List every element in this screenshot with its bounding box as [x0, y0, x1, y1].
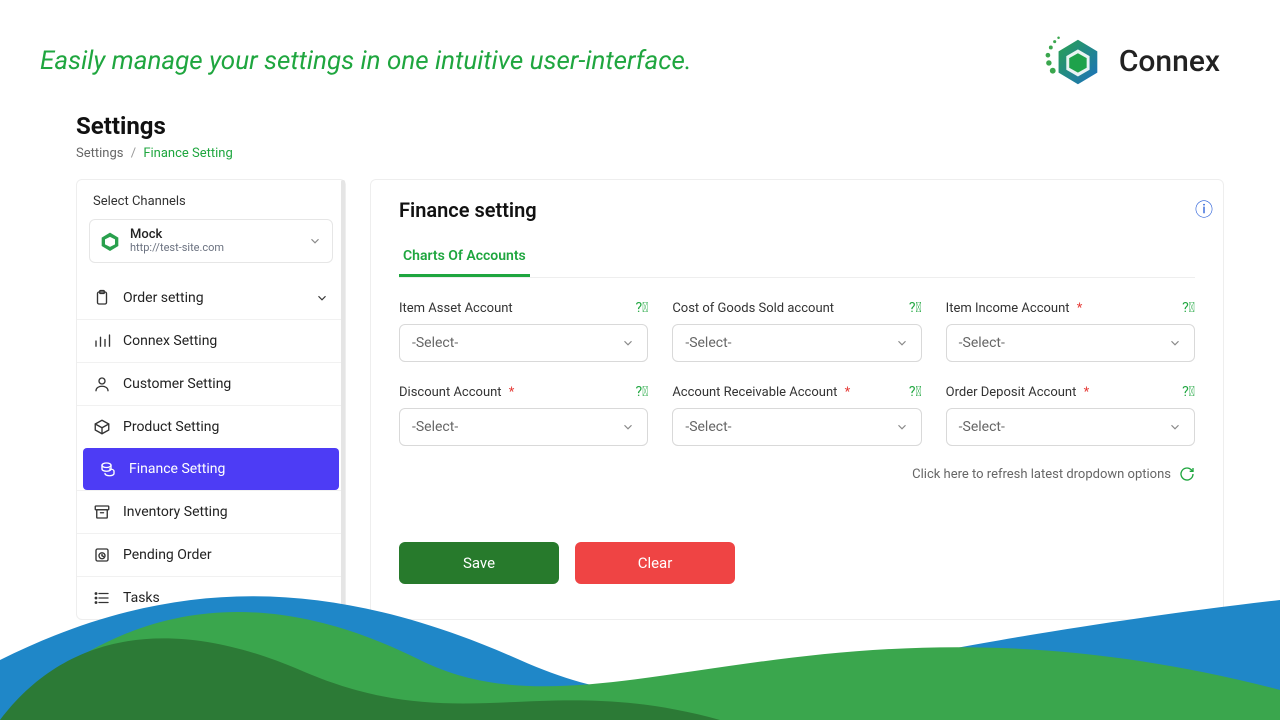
- field-label: Order Deposit Account *: [946, 385, 1090, 400]
- refresh-icon[interactable]: [1179, 466, 1195, 482]
- user-icon: [93, 375, 111, 393]
- breadcrumb-root[interactable]: Settings: [76, 146, 123, 161]
- clock-icon: [93, 546, 111, 564]
- sidebar-item-order-setting[interactable]: Order setting: [77, 277, 345, 319]
- required-asterisk: *: [509, 385, 515, 400]
- field-label: Item Asset Account: [399, 301, 513, 316]
- select-2[interactable]: -Select-: [946, 324, 1195, 362]
- chevron-down-icon: [895, 336, 909, 350]
- chevron-down-icon: [621, 336, 635, 350]
- select-5[interactable]: -Select-: [946, 408, 1195, 446]
- coins-icon: [99, 460, 117, 478]
- page-title: Settings: [76, 112, 1224, 140]
- breadcrumb-current: Finance Setting: [143, 146, 232, 161]
- select-value: -Select-: [685, 419, 731, 435]
- help-icon[interactable]: ?⃝: [909, 300, 922, 316]
- field-item-asset-account: Item Asset Account ?⃝ -Select-: [399, 300, 648, 362]
- select-3[interactable]: -Select-: [399, 408, 648, 446]
- finance-panel: Finance setting ⓘ Charts Of Accounts Ite…: [370, 179, 1224, 620]
- field-item-income-account: Item Income Account * ?⃝ -Select-: [946, 300, 1195, 362]
- sidebar-item-connex-setting[interactable]: Connex Setting: [77, 319, 345, 362]
- field-label: Item Income Account *: [946, 301, 1083, 316]
- chevron-down-icon: [1168, 336, 1182, 350]
- sidebar-item-label: Connex Setting: [123, 333, 217, 349]
- clear-button[interactable]: Clear: [575, 542, 735, 584]
- sidebar-heading: Select Channels: [77, 194, 345, 219]
- sidebar-item-label: Order setting: [123, 290, 204, 306]
- required-asterisk: *: [845, 385, 851, 400]
- field-label: Account Receivable Account *: [672, 385, 850, 400]
- brand-name: Connex: [1119, 44, 1220, 79]
- field-cost-of-goods-sold-account: Cost of Goods Sold account ?⃝ -Select-: [672, 300, 921, 362]
- box-icon: [93, 418, 111, 436]
- sidebar-item-customer-setting[interactable]: Customer Setting: [77, 362, 345, 405]
- chevron-down-icon: [1168, 420, 1182, 434]
- archive-icon: [93, 503, 111, 521]
- save-button[interactable]: Save: [399, 542, 559, 584]
- clipboard-icon: [93, 289, 111, 307]
- channel-picker[interactable]: Mock http://test-site.com: [89, 219, 333, 263]
- sidebar-item-label: Inventory Setting: [123, 504, 228, 520]
- sidebar-item-label: Product Setting: [123, 419, 219, 435]
- required-asterisk: *: [1084, 385, 1090, 400]
- sidebar-item-label: Pending Order: [123, 547, 212, 563]
- chevron-down-icon: [621, 420, 635, 434]
- chevron-down-icon: [315, 291, 329, 305]
- refresh-dropdown-link[interactable]: Click here to refresh latest dropdown op…: [912, 467, 1171, 482]
- select-4[interactable]: -Select-: [672, 408, 921, 446]
- select-value: -Select-: [685, 335, 731, 351]
- chevron-down-icon: [895, 420, 909, 434]
- sidebar-item-label: Customer Setting: [123, 376, 231, 392]
- channel-url: http://test-site.com: [130, 242, 298, 254]
- connex-logo-icon: [100, 231, 120, 251]
- field-order-deposit-account: Order Deposit Account * ?⃝ -Select-: [946, 384, 1195, 446]
- sidebar-item-product-setting[interactable]: Product Setting: [77, 405, 345, 448]
- select-1[interactable]: -Select-: [672, 324, 921, 362]
- help-icon[interactable]: ?⃝: [1182, 300, 1195, 316]
- help-icon[interactable]: ?⃝: [636, 300, 649, 316]
- info-icon[interactable]: ⓘ: [1195, 196, 1213, 222]
- field-discount-account: Discount Account * ?⃝ -Select-: [399, 384, 648, 446]
- sidebar-item-pending-order[interactable]: Pending Order: [77, 533, 345, 576]
- select-0[interactable]: -Select-: [399, 324, 648, 362]
- required-asterisk: *: [1077, 301, 1083, 316]
- sidebar: Select Channels Mock http://test-site.co…: [76, 179, 346, 620]
- breadcrumb: Settings / Finance Setting: [76, 146, 1224, 161]
- help-icon[interactable]: ?⃝: [909, 384, 922, 400]
- help-icon[interactable]: ?⃝: [636, 384, 649, 400]
- field-label: Cost of Goods Sold account: [672, 301, 834, 316]
- marketing-tagline: Easily manage your settings in one intui…: [40, 46, 692, 76]
- sidebar-item-label: Tasks: [123, 590, 160, 606]
- brand: Connex: [1045, 30, 1220, 92]
- help-icon[interactable]: ?⃝: [1182, 384, 1195, 400]
- field-label: Discount Account *: [399, 385, 514, 400]
- field-account-receivable-account: Account Receivable Account * ?⃝ -Select-: [672, 384, 921, 446]
- sidebar-item-tasks[interactable]: Tasks: [77, 576, 345, 619]
- sidebar-item-inventory-setting[interactable]: Inventory Setting: [77, 490, 345, 533]
- chevron-down-icon: [308, 234, 322, 248]
- bars-icon: [93, 332, 111, 350]
- select-value: -Select-: [959, 335, 1005, 351]
- panel-title: Finance setting: [399, 198, 1195, 222]
- channel-name: Mock: [130, 228, 298, 242]
- list-icon: [93, 589, 111, 607]
- connex-logo-icon: [1045, 30, 1107, 92]
- select-value: -Select-: [412, 335, 458, 351]
- tab-charts-of-accounts[interactable]: Charts Of Accounts: [399, 240, 530, 277]
- select-value: -Select-: [412, 419, 458, 435]
- select-value: -Select-: [959, 419, 1005, 435]
- sidebar-item-label: Finance Setting: [129, 461, 225, 477]
- sidebar-item-finance-setting[interactable]: Finance Setting: [83, 448, 339, 490]
